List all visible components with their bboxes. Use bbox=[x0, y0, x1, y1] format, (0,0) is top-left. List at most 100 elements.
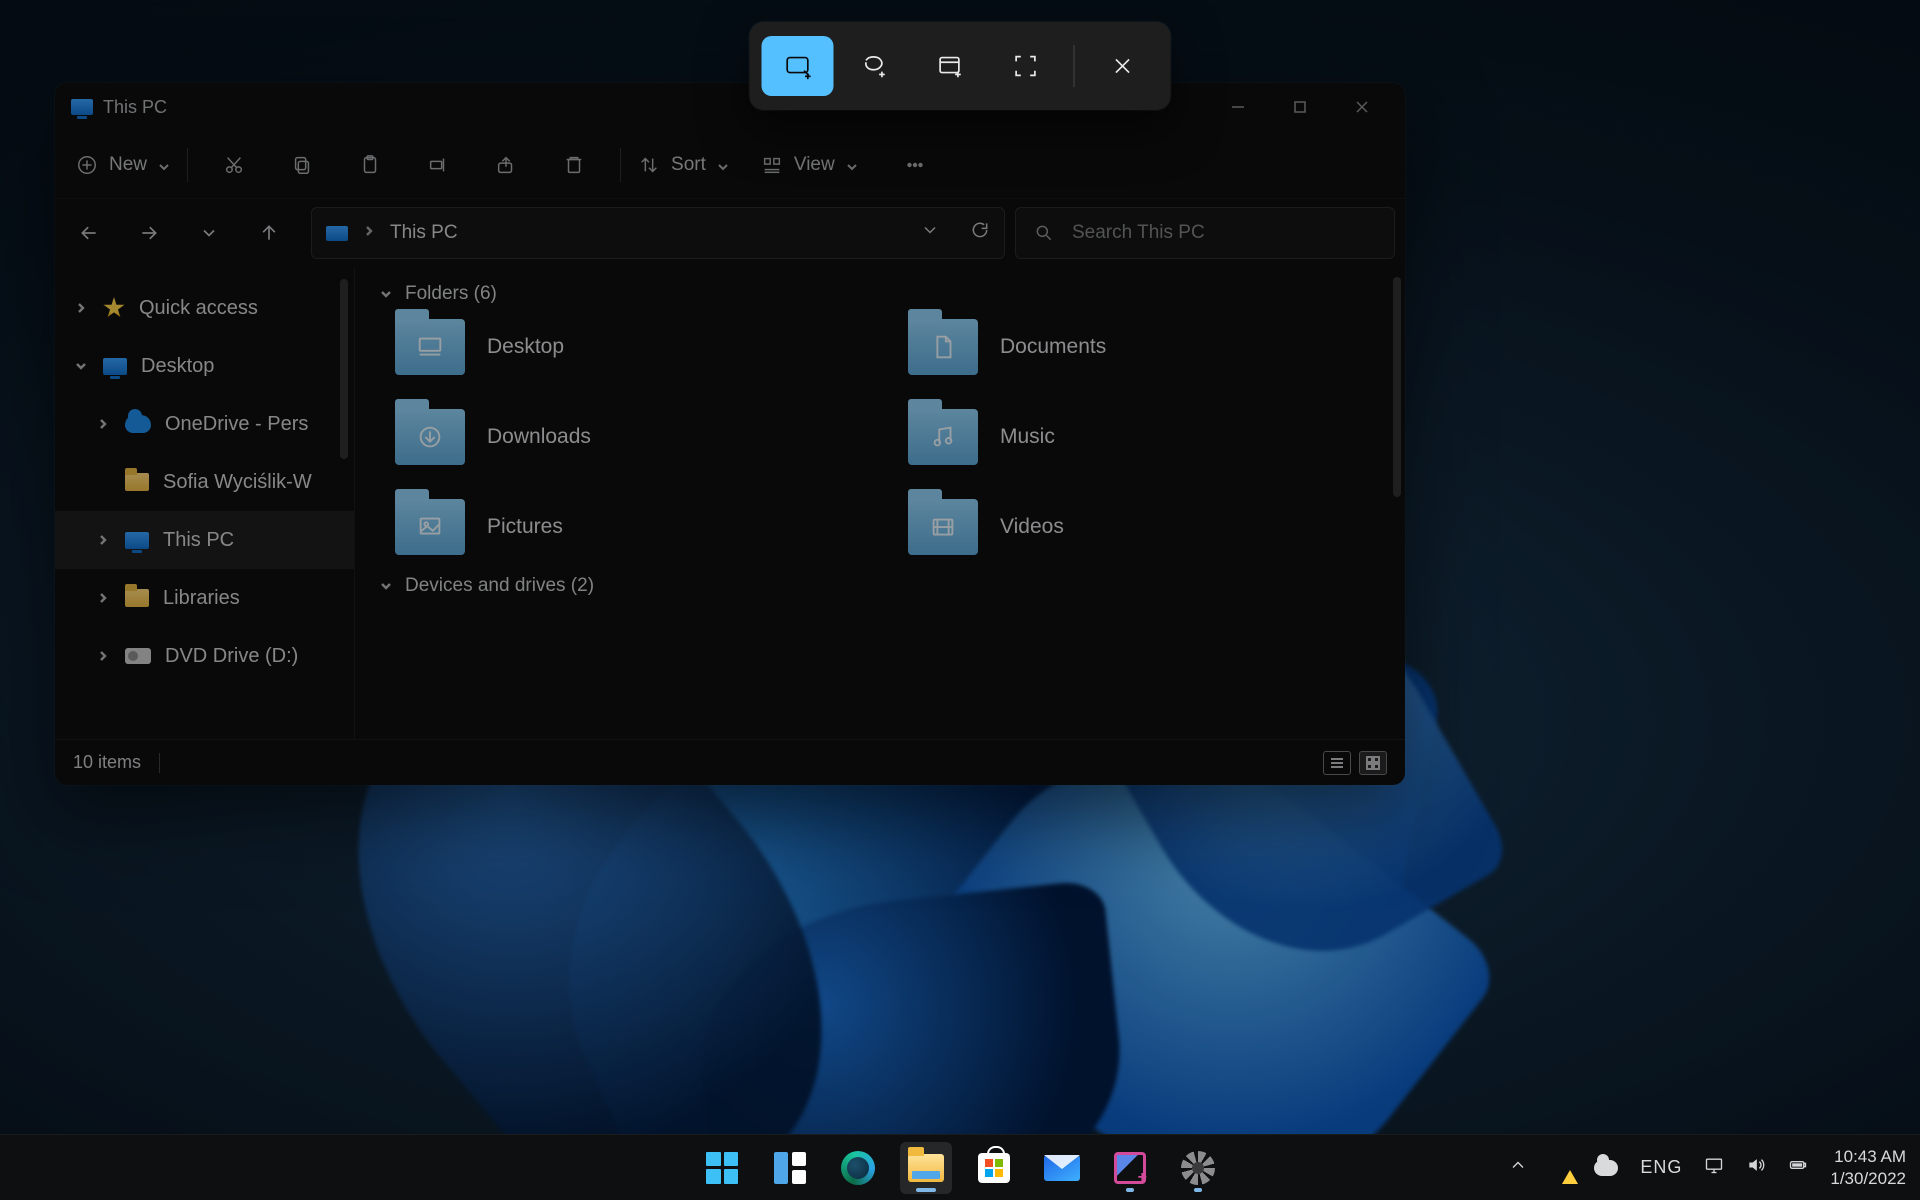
expander-icon[interactable] bbox=[95, 592, 111, 604]
large-icons-view-button[interactable] bbox=[1359, 751, 1387, 775]
cut-icon[interactable] bbox=[222, 153, 246, 177]
more-icon[interactable] bbox=[903, 153, 927, 177]
folder-icon bbox=[125, 589, 149, 607]
taskbar: ENG 10:43 AM 1/30/2022 bbox=[0, 1134, 1920, 1200]
status-bar: 10 items bbox=[55, 739, 1405, 785]
star-icon bbox=[103, 297, 125, 319]
sort-icon bbox=[637, 153, 661, 177]
start-button[interactable] bbox=[696, 1142, 748, 1194]
network-icon[interactable] bbox=[1704, 1155, 1724, 1180]
forward-button[interactable] bbox=[135, 219, 163, 247]
devices-section-header[interactable]: Devices and drives (2) bbox=[379, 575, 1381, 597]
view-icon bbox=[760, 153, 784, 177]
folders-section-header[interactable]: Folders (6) bbox=[379, 283, 1381, 305]
cloud-icon bbox=[125, 415, 151, 433]
folder-documents[interactable]: Documents bbox=[908, 319, 1381, 375]
freeform-snip-button[interactable] bbox=[838, 36, 910, 96]
paste-icon[interactable] bbox=[358, 153, 382, 177]
fullscreen-snip-button[interactable] bbox=[990, 36, 1062, 96]
widgets-button[interactable] bbox=[764, 1142, 816, 1194]
sidebar-item-this-pc[interactable]: This PC bbox=[55, 511, 354, 569]
rename-icon[interactable] bbox=[426, 153, 450, 177]
sidebar-item-onedrive-pers[interactable]: OneDrive - Pers bbox=[55, 395, 354, 453]
sidebar-item-label: This PC bbox=[163, 529, 234, 552]
sidebar-item-dvd-drive-d-[interactable]: DVD Drive (D:) bbox=[55, 627, 354, 685]
content-scrollbar[interactable] bbox=[1393, 277, 1401, 497]
clock[interactable]: 10:43 AM 1/30/2022 bbox=[1830, 1146, 1906, 1189]
edge-button[interactable] bbox=[832, 1142, 884, 1194]
copy-icon[interactable] bbox=[290, 153, 314, 177]
folder-icon bbox=[908, 409, 978, 465]
back-button[interactable] bbox=[75, 219, 103, 247]
delete-icon[interactable] bbox=[562, 153, 586, 177]
folder-icon bbox=[125, 473, 149, 491]
expander-icon[interactable] bbox=[95, 534, 111, 546]
sidebar-item-label: Desktop bbox=[141, 355, 214, 378]
tray-overflow-button[interactable] bbox=[1508, 1155, 1528, 1180]
sidebar-item-label: Sofia Wyciślik-W bbox=[163, 471, 312, 494]
recent-locations-button[interactable] bbox=[195, 219, 223, 247]
volume-icon[interactable] bbox=[1746, 1155, 1766, 1180]
folder-icon bbox=[395, 409, 465, 465]
drive-icon bbox=[125, 648, 151, 664]
close-button[interactable] bbox=[1349, 94, 1375, 120]
folder-label: Downloads bbox=[487, 425, 591, 449]
share-icon[interactable] bbox=[494, 153, 518, 177]
folder-music[interactable]: Music bbox=[908, 409, 1381, 465]
folder-downloads[interactable]: Downloads bbox=[395, 409, 868, 465]
sidebar-item-libraries[interactable]: Libraries bbox=[55, 569, 354, 627]
expander-icon[interactable] bbox=[95, 418, 111, 430]
new-button[interactable]: New bbox=[75, 153, 171, 177]
sidebar-scrollbar[interactable] bbox=[340, 279, 348, 459]
expander-icon[interactable] bbox=[73, 360, 89, 372]
this-pc-icon bbox=[326, 226, 348, 241]
minimize-button[interactable] bbox=[1225, 94, 1251, 120]
sidebar-item-label: Libraries bbox=[163, 587, 240, 610]
maximize-button[interactable] bbox=[1287, 94, 1313, 120]
onedrive-tray-icon[interactable] bbox=[1594, 1160, 1618, 1176]
snip-close-button[interactable] bbox=[1087, 36, 1159, 96]
window-snip-button[interactable] bbox=[914, 36, 986, 96]
folder-icon bbox=[395, 499, 465, 555]
folder-label: Desktop bbox=[487, 335, 564, 359]
refresh-button[interactable] bbox=[970, 220, 990, 246]
file-explorer-taskbar-button[interactable] bbox=[900, 1142, 952, 1194]
settings-taskbar-button[interactable] bbox=[1172, 1142, 1224, 1194]
sort-button[interactable]: Sort bbox=[637, 153, 730, 177]
sidebar-item-quick-access[interactable]: Quick access bbox=[55, 279, 354, 337]
microsoft-store-button[interactable] bbox=[968, 1142, 1020, 1194]
sidebar-item-desktop[interactable]: Desktop bbox=[55, 337, 354, 395]
rectangular-snip-button[interactable] bbox=[762, 36, 834, 96]
windows-security-icon[interactable] bbox=[1550, 1156, 1572, 1180]
toolbar: New Sort View bbox=[55, 131, 1405, 199]
language-indicator[interactable]: ENG bbox=[1640, 1157, 1682, 1178]
monitor-icon bbox=[103, 358, 127, 375]
mail-button[interactable] bbox=[1036, 1142, 1088, 1194]
navigation-pane: Quick access Desktop OneDrive - Pers Sofia … bbox=[55, 267, 355, 739]
breadcrumb[interactable]: This PC bbox=[390, 222, 458, 244]
sidebar-item-label: OneDrive - Pers bbox=[165, 413, 308, 436]
battery-icon[interactable] bbox=[1788, 1155, 1808, 1180]
folder-videos[interactable]: Videos bbox=[908, 499, 1381, 555]
chevron-down-icon bbox=[845, 158, 859, 172]
folder-desktop[interactable]: Desktop bbox=[395, 319, 868, 375]
sidebar-item-label: DVD Drive (D:) bbox=[165, 645, 298, 668]
plus-circle-icon bbox=[75, 153, 99, 177]
sidebar-item-sofia-wyci-lik-w[interactable]: Sofia Wyciślik-W bbox=[55, 453, 354, 511]
expander-icon[interactable] bbox=[73, 302, 89, 314]
expander-icon[interactable] bbox=[95, 650, 111, 662]
address-dropdown-button[interactable] bbox=[920, 220, 940, 246]
snipping-tool-taskbar-button[interactable] bbox=[1104, 1142, 1156, 1194]
titlebar[interactable]: This PC bbox=[55, 83, 1405, 131]
address-bar[interactable]: This PC bbox=[311, 207, 1005, 259]
system-tray: ENG 10:43 AM 1/30/2022 bbox=[1508, 1135, 1906, 1200]
search-input[interactable]: Search This PC bbox=[1015, 207, 1395, 259]
view-button[interactable]: View bbox=[760, 153, 859, 177]
folder-pictures[interactable]: Pictures bbox=[395, 499, 868, 555]
up-button[interactable] bbox=[255, 219, 283, 247]
details-view-button[interactable] bbox=[1323, 751, 1351, 775]
item-count: 10 items bbox=[73, 752, 141, 773]
file-explorer-window: This PC New Sort bbox=[55, 83, 1405, 785]
folder-icon bbox=[908, 319, 978, 375]
search-icon bbox=[1034, 223, 1054, 243]
